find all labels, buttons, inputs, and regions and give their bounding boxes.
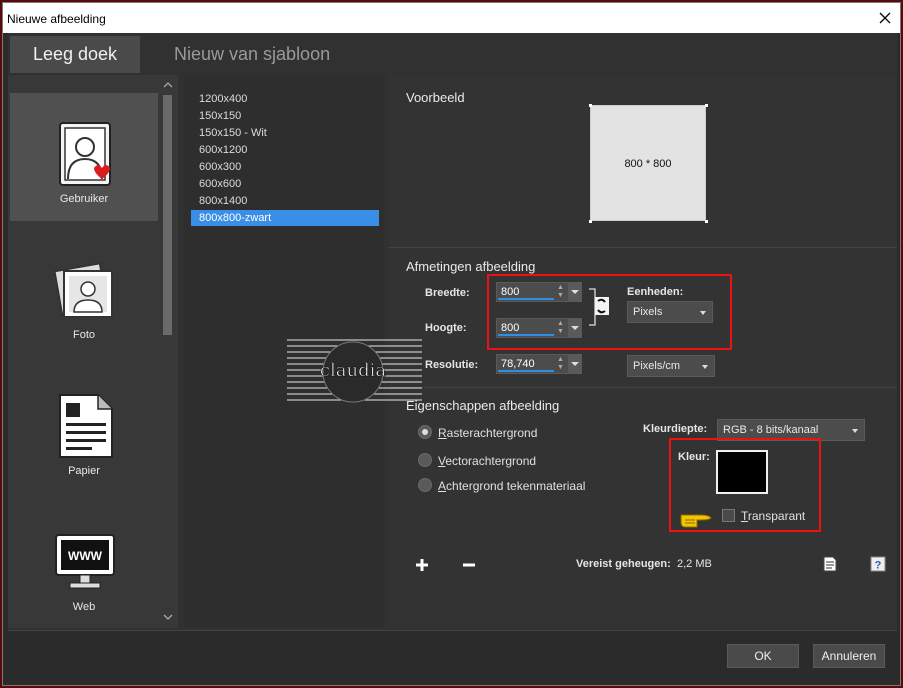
new-image-dialog: Nieuwe afbeelding Leeg doek Nieuw van sj… xyxy=(2,2,901,686)
list-item[interactable]: 150x150 xyxy=(191,108,379,124)
category-web[interactable]: WWW Web xyxy=(10,501,158,629)
resolution-dropdown[interactable] xyxy=(568,355,581,373)
category-web-label: Web xyxy=(72,601,96,613)
cancel-button[interactable]: Annuleren xyxy=(813,644,885,668)
memory-label: Vereist geheugen: xyxy=(576,558,671,570)
list-item[interactable]: 1200x400 xyxy=(191,91,379,107)
category-panel: Gebruiker Foto Papier WWW Web xyxy=(8,75,178,628)
list-item[interactable]: 800x1400 xyxy=(191,193,379,209)
color-depth-label: Kleurdiepte: xyxy=(643,423,708,435)
list-item-selected[interactable]: 800x800-zwart xyxy=(191,210,379,226)
raster-background-label: Rasterachtergrond xyxy=(438,426,538,440)
raster-background-radio[interactable] xyxy=(418,425,432,439)
svg-text:WWW: WWW xyxy=(68,549,103,563)
preview-title: Voorbeeld xyxy=(406,90,465,105)
tab-blank-canvas[interactable]: Leeg doek xyxy=(10,36,140,73)
claudia-watermark-logo: claudia xyxy=(287,339,422,403)
memory-value: 2,2 MB xyxy=(677,558,712,570)
list-item[interactable]: 150x150 - Wit xyxy=(191,125,379,141)
close-icon[interactable] xyxy=(876,9,894,27)
user-card-icon xyxy=(59,122,111,186)
vector-background-radio[interactable] xyxy=(418,453,432,467)
resolution-label: Resolutie: xyxy=(425,359,479,371)
highlight-box-dimensions xyxy=(487,274,732,350)
category-paper-label: Papier xyxy=(68,465,100,477)
dialog-body: Leeg doek Nieuw van sjabloon Gebruiker F… xyxy=(8,33,897,683)
www-monitor-icon: WWW xyxy=(55,534,115,589)
title-bar: Nieuwe afbeelding xyxy=(3,3,900,33)
highlight-box-color xyxy=(669,438,821,532)
chevron-up-icon[interactable] xyxy=(162,79,174,91)
list-item[interactable]: 600x600 xyxy=(191,176,379,192)
scrollbar-thumb[interactable] xyxy=(163,95,172,335)
resolution-field[interactable]: 78,740 ▲ ▼ xyxy=(496,354,582,374)
list-item[interactable]: 600x1200 xyxy=(191,142,379,158)
chevron-down-icon[interactable] xyxy=(162,611,174,623)
preview-canvas: 800 * 800 xyxy=(590,105,706,221)
ok-button[interactable]: OK xyxy=(727,644,799,668)
category-scrollbar[interactable] xyxy=(161,75,175,628)
add-preset-icon[interactable] xyxy=(414,557,430,573)
category-user-label: Gebruiker xyxy=(59,193,109,205)
resolution-units-select[interactable]: Pixels/cm xyxy=(627,355,715,377)
category-paper[interactable]: Papier xyxy=(10,365,158,493)
document-icon xyxy=(59,394,113,458)
dimensions-title: Afmetingen afbeelding xyxy=(406,259,536,274)
list-item[interactable]: 600x300 xyxy=(191,159,379,175)
art-media-background-radio[interactable] xyxy=(418,478,432,492)
dialog-footer: OK Annuleren xyxy=(8,630,897,683)
remove-preset-icon[interactable] xyxy=(461,557,477,573)
help-icon[interactable]: ? xyxy=(870,556,886,572)
width-label: Breedte: xyxy=(425,287,470,299)
document-info-icon[interactable] xyxy=(822,556,838,572)
vector-background-label: Vectorachtergrond xyxy=(438,454,537,468)
resolution-value: 78,740 xyxy=(501,358,535,370)
properties-title: Eigenschappen afbeelding xyxy=(406,398,560,413)
art-media-background-label: Achtergrond tekenmateriaal xyxy=(438,479,586,493)
svg-text:?: ? xyxy=(875,560,882,572)
height-label: Hoogte: xyxy=(425,322,467,334)
settings-panel: Voorbeeld 800 * 800 Afmetingen afbeeldin… xyxy=(389,75,897,628)
tab-from-template[interactable]: Nieuw van sjabloon xyxy=(174,36,334,73)
photo-icon xyxy=(54,262,113,318)
category-photo-label: Foto xyxy=(72,329,95,341)
window-title: Nieuwe afbeelding xyxy=(7,12,106,26)
svg-text:claudia: claudia xyxy=(320,360,386,381)
category-photo[interactable]: Foto xyxy=(10,229,158,357)
preview-size-label: 800 * 800 xyxy=(624,158,672,170)
category-user[interactable]: Gebruiker xyxy=(10,93,158,221)
